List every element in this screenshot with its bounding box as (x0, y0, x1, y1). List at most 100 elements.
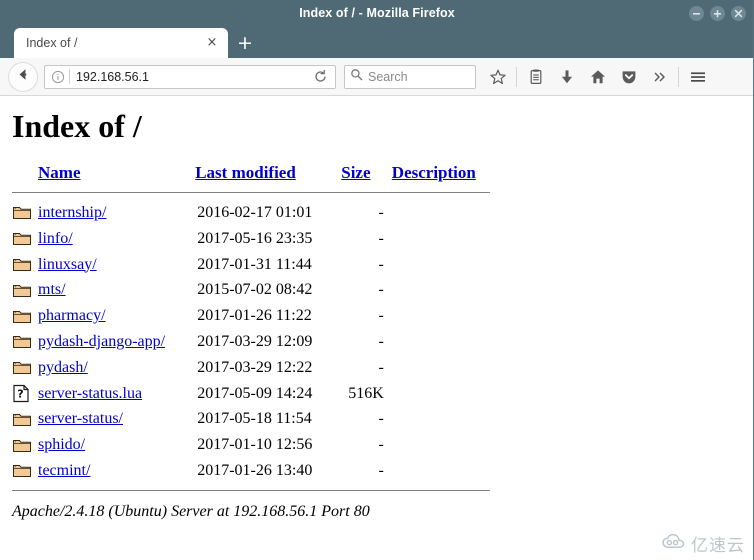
entry-name-cell: internship/ (38, 200, 189, 226)
entry-link[interactable]: internship/ (38, 204, 106, 221)
entry-last-modified: 2017-01-10 12:56 (197, 436, 313, 454)
entry-name-cell: linuxsay/ (38, 252, 189, 278)
folder-icon (12, 277, 38, 303)
url-bar[interactable]: 192.168.56.1 (44, 64, 336, 89)
downloads-icon[interactable] (551, 62, 582, 92)
search-input[interactable]: Search (368, 70, 408, 84)
entry-link[interactable]: pharmacy/ (38, 307, 106, 324)
tab-strip: Index of / × + (0, 26, 754, 58)
entry-last-modified: 2017-05-18 11:54 (197, 410, 312, 428)
sort-by-description-link[interactable]: Description (392, 163, 476, 182)
back-button[interactable] (8, 61, 38, 92)
folder-icon (12, 329, 38, 355)
entry-description (384, 329, 490, 355)
entry-size: - (378, 255, 384, 273)
entry-name-cell: server-status/ (38, 406, 189, 432)
hamburger-menu-icon[interactable] (682, 62, 713, 92)
entry-description (384, 381, 490, 407)
search-bar[interactable]: Search (344, 64, 476, 89)
table-row: ? server-status.lua 2017-05-09 14:24 516K (12, 381, 490, 407)
entry-description (384, 252, 490, 278)
entry-link[interactable]: mts/ (38, 281, 66, 298)
reload-icon[interactable] (309, 67, 331, 87)
entry-size: - (378, 204, 384, 221)
entry-link[interactable]: server-status/ (38, 410, 123, 427)
entry-link[interactable]: server-status.lua (38, 385, 142, 402)
header-rule-row (12, 186, 490, 200)
entry-last-modified: 2017-01-31 11:44 (197, 255, 312, 273)
table-row: pharmacy/2017-01-26 11:22 - (12, 303, 490, 329)
entry-description (384, 432, 490, 458)
entry-link[interactable]: tecmint/ (38, 462, 90, 479)
entry-name-cell: tecmint/ (38, 458, 189, 484)
entry-last-modified: 2017-05-09 14:24 (197, 384, 313, 402)
entry-description (384, 226, 490, 252)
table-row: mts/2015-07-02 08:42 - (12, 277, 490, 303)
table-row: server-status/2017-05-18 11:54 - (12, 406, 490, 432)
pocket-icon[interactable] (613, 62, 644, 92)
home-icon[interactable] (582, 62, 613, 92)
footer-rule-row (12, 484, 490, 498)
header-size: Size (331, 163, 384, 186)
entry-last-modified: 2017-03-29 12:22 (197, 358, 313, 376)
sort-by-size-link[interactable]: Size (341, 163, 370, 182)
table-footer (12, 484, 490, 498)
maximize-button[interactable] (710, 5, 725, 21)
library-icon[interactable] (520, 62, 551, 92)
entry-link[interactable]: pydash/ (38, 359, 88, 376)
entry-size: - (378, 436, 384, 454)
header-last-modified: Last modified (189, 163, 331, 186)
minimize-button[interactable] (689, 5, 704, 21)
navigation-toolbar: 192.168.56.1 Search (0, 58, 754, 96)
close-icon[interactable]: × (204, 35, 220, 51)
entry-last-modified: 2015-07-02 08:42 (197, 281, 313, 299)
entry-name-cell: server-status.lua (38, 381, 189, 407)
entry-name-cell: sphido/ (38, 432, 189, 458)
info-icon[interactable] (49, 68, 67, 86)
folder-icon (12, 406, 38, 432)
table-row: linuxsay/2017-01-31 11:44 - (12, 252, 490, 278)
page-title: Index of / (12, 108, 142, 144)
table-body: internship/2016-02-17 01:01- linfo/2017-0… (12, 200, 490, 484)
table-row: pydash-django-app/2017-03-29 12:09 - (12, 329, 490, 355)
url-separator (69, 69, 70, 84)
entry-link[interactable]: linuxsay/ (38, 256, 97, 273)
folder-icon (12, 432, 38, 458)
header-name: Name (38, 163, 189, 186)
folder-icon (12, 226, 38, 252)
entry-last-modified: 2017-03-29 12:09 (197, 332, 313, 350)
entry-description (384, 458, 490, 484)
overflow-chevrons-icon[interactable] (644, 62, 675, 92)
toolbar-separator (516, 66, 517, 87)
entry-size: - (378, 332, 384, 350)
bookmark-star-icon[interactable] (482, 62, 513, 92)
sort-by-name-link[interactable]: Name (38, 163, 80, 182)
entry-size: - (378, 461, 384, 479)
entry-name-cell: linfo/ (38, 226, 189, 252)
url-input[interactable]: 192.168.56.1 (76, 70, 309, 84)
entry-description (384, 200, 490, 226)
window-title: Index of / - Mozilla Firefox (299, 6, 455, 20)
entry-description (384, 303, 490, 329)
folder-icon (12, 303, 38, 329)
folder-icon (12, 458, 38, 484)
toolbar-icon-group (482, 62, 713, 92)
close-button[interactable] (731, 5, 746, 21)
table-header: Name Last modified Size Description (12, 163, 490, 200)
tab-index-of[interactable]: Index of / × (14, 28, 228, 58)
folder-icon (12, 200, 38, 226)
tab-label: Index of / (26, 36, 78, 50)
table-header-row: Name Last modified Size Description (12, 163, 490, 186)
entry-size: - (378, 307, 384, 325)
folder-icon (12, 355, 38, 381)
entry-link[interactable]: linfo/ (38, 230, 73, 247)
table-row: tecmint/2017-01-26 13:40 - (12, 458, 490, 484)
cloud-icon (661, 533, 687, 555)
entry-size: - (378, 281, 384, 299)
sort-by-date-link[interactable]: Last modified (195, 163, 296, 182)
entry-last-modified: 2017-01-26 13:40 (197, 461, 313, 479)
entry-link[interactable]: pydash-django-app/ (38, 333, 165, 350)
new-tab-button[interactable]: + (230, 28, 260, 58)
header-rule-cell (12, 186, 490, 200)
entry-link[interactable]: sphido/ (38, 436, 85, 453)
